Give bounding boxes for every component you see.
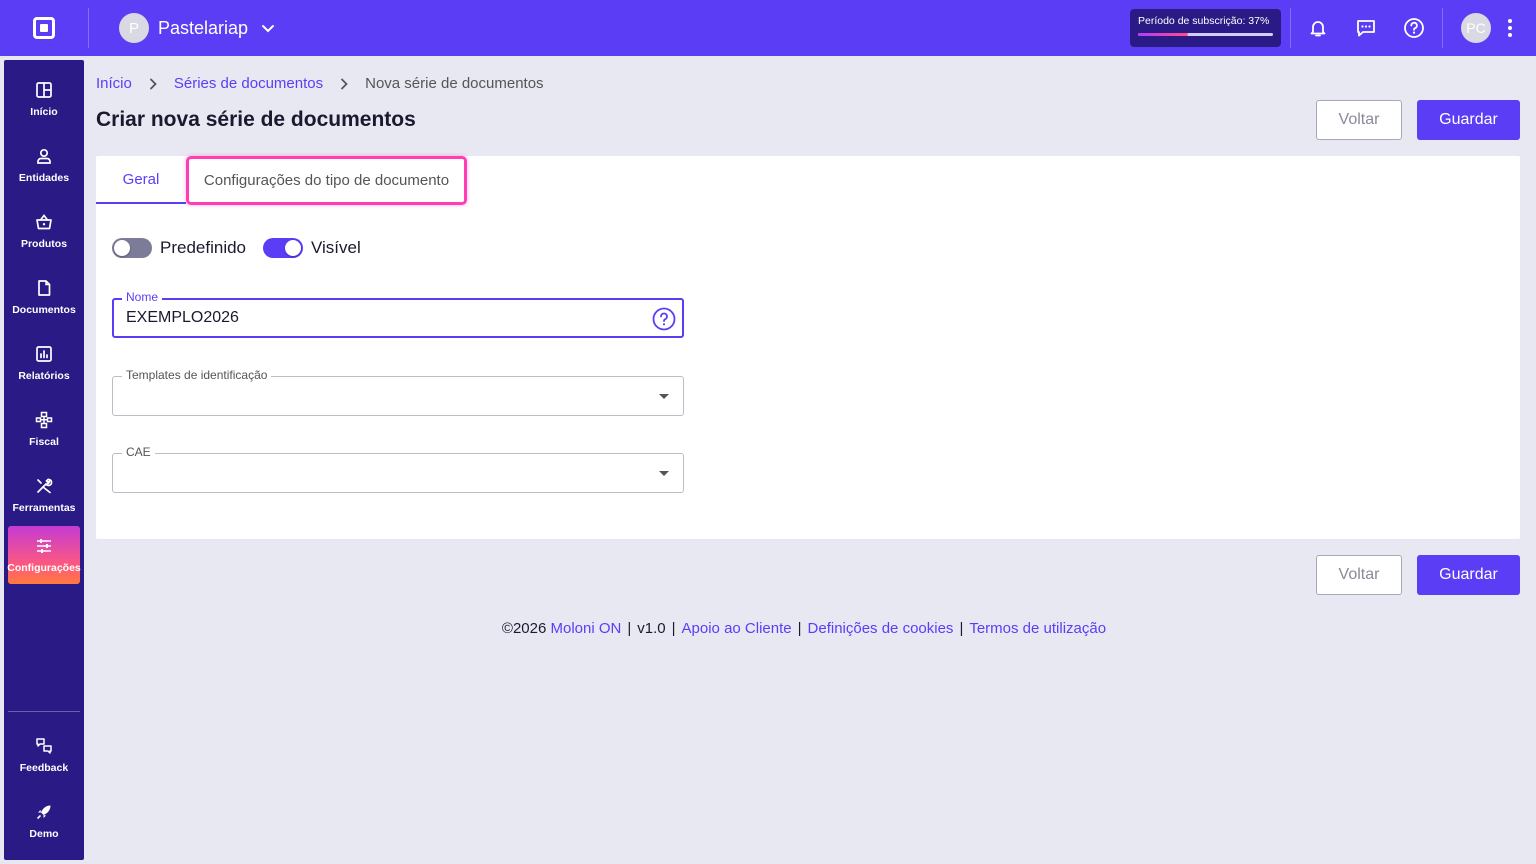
cae-select[interactable]: CAE: [112, 445, 684, 493]
subscription-label: Período de subscrição: 37%: [1138, 15, 1270, 27]
grid-icon: [36, 81, 52, 98]
back-button-bottom[interactable]: Voltar: [1316, 555, 1402, 595]
footer-version: v1.0: [637, 620, 666, 637]
sidebar: Início Entidades Produtos Documentos Rel…: [4, 60, 84, 860]
divider: [8, 711, 80, 712]
footer-cookies-link[interactable]: Definições de cookies: [808, 620, 954, 637]
company-avatar: P: [119, 13, 149, 43]
feedback-icon: [36, 737, 52, 754]
cae-label: CAE: [122, 445, 155, 459]
sidebar-item-label: Relatórios: [18, 369, 70, 382]
top-bar: P Pastelariap Período de subscrição: 37%…: [0, 0, 1536, 56]
chart-icon: [36, 345, 52, 362]
logo-icon: [33, 17, 55, 39]
name-field-value[interactable]: EXEMPLO2026: [126, 309, 239, 327]
company-name: Pastelariap: [158, 17, 249, 38]
user-avatar[interactable]: PC: [1461, 13, 1491, 43]
rocket-icon: [37, 805, 51, 819]
sidebar-item-configuracoes[interactable]: Configurações: [7, 526, 81, 584]
name-field-label: Nome: [122, 290, 163, 304]
chat-icon[interactable]: [1352, 14, 1380, 42]
app-logo[interactable]: [0, 0, 88, 56]
company-switcher[interactable]: P Pastelariap: [119, 13, 276, 43]
sidebar-item-label: Configurações: [7, 561, 81, 574]
caret-down-icon[interactable]: [659, 471, 669, 476]
breadcrumb-series[interactable]: Séries de documentos: [174, 75, 323, 92]
default-label: Predefinido: [160, 238, 247, 257]
sidebar-item-produtos[interactable]: Produtos: [8, 202, 80, 260]
hierarchy-icon: [35, 411, 53, 428]
user-icon: [37, 148, 51, 164]
default-toggle[interactable]: [112, 238, 152, 258]
name-field[interactable]: Nome EXEMPLO2026: [112, 290, 684, 338]
sidebar-item-ferramentas[interactable]: Ferramentas: [8, 466, 80, 524]
divider: [1290, 8, 1291, 48]
help-icon[interactable]: [1400, 14, 1428, 42]
sliders-icon: [37, 538, 51, 553]
sidebar-item-label: Demo: [29, 827, 59, 840]
caret-down-icon[interactable]: [659, 394, 669, 399]
breadcrumb-current: Nova série de documentos: [365, 75, 544, 92]
tab-doc-type-settings[interactable]: Configurações do tipo de documento: [186, 156, 467, 205]
footer-terms-link[interactable]: Termos de utilização: [969, 620, 1106, 637]
subscription-period[interactable]: Período de subscrição: 37%: [1130, 9, 1281, 47]
tab-bar: Geral Configurações do tipo de documento: [96, 156, 1520, 205]
sidebar-item-feedback[interactable]: Feedback: [8, 726, 80, 784]
sidebar-item-label: Fiscal: [29, 435, 59, 448]
chevron-down-icon: [262, 25, 275, 33]
sidebar-item-label: Documentos: [12, 303, 76, 316]
page-title: Criar nova série de documentos: [96, 108, 416, 131]
chevron-right-icon: [149, 78, 157, 89]
sidebar-item-demo[interactable]: Demo: [8, 792, 80, 850]
save-button-bottom[interactable]: Guardar: [1417, 555, 1520, 595]
back-button[interactable]: Voltar: [1316, 100, 1402, 140]
visible-label: Visível: [311, 238, 361, 257]
sidebar-item-entidades[interactable]: Entidades: [8, 136, 80, 194]
tab-general[interactable]: Geral: [96, 156, 186, 204]
footer: ©2026 Moloni ON | v1.0 | Apoio ao Cliente | De…: [501, 620, 1107, 637]
divider: [1442, 8, 1443, 48]
sidebar-item-label: Ferramentas: [12, 501, 76, 514]
tools-icon: [37, 478, 53, 493]
form-card: Geral Configurações do tipo de documento…: [96, 156, 1520, 539]
help-circle-icon[interactable]: [652, 307, 676, 331]
chevron-right-icon: [341, 78, 348, 89]
footer-support-link[interactable]: Apoio ao Cliente: [682, 620, 792, 637]
bell-icon[interactable]: [1304, 14, 1332, 42]
breadcrumb: Início Séries de documentos Nova série d…: [96, 75, 544, 92]
sidebar-item-documentos[interactable]: Documentos: [8, 268, 80, 326]
breadcrumb-home[interactable]: Início: [96, 75, 132, 92]
more-options-icon[interactable]: [1502, 16, 1518, 40]
basket-icon: [36, 213, 52, 229]
save-button[interactable]: Guardar: [1417, 100, 1520, 140]
footer-copyright: ©2026: [501, 620, 547, 637]
subscription-progress: [1138, 33, 1273, 36]
sidebar-item-label: Feedback: [19, 761, 69, 774]
divider: [88, 8, 89, 48]
footer-brand-link[interactable]: Moloni ON: [551, 620, 622, 637]
sidebar-item-inicio[interactable]: Início: [8, 70, 80, 128]
sidebar-item-relatorios[interactable]: Relatórios: [8, 334, 80, 392]
sidebar-item-label: Início: [30, 105, 58, 118]
sidebar-item-fiscal[interactable]: Fiscal: [8, 400, 80, 458]
id-templates-label: Templates de identificação: [122, 368, 272, 382]
sidebar-item-label: Produtos: [20, 237, 68, 250]
subscription-progress-fill: [1138, 33, 1188, 36]
visible-toggle[interactable]: [263, 238, 303, 258]
id-templates-select[interactable]: Templates de identificação: [112, 368, 684, 416]
file-icon: [38, 279, 51, 296]
sidebar-item-label: Entidades: [18, 171, 70, 184]
